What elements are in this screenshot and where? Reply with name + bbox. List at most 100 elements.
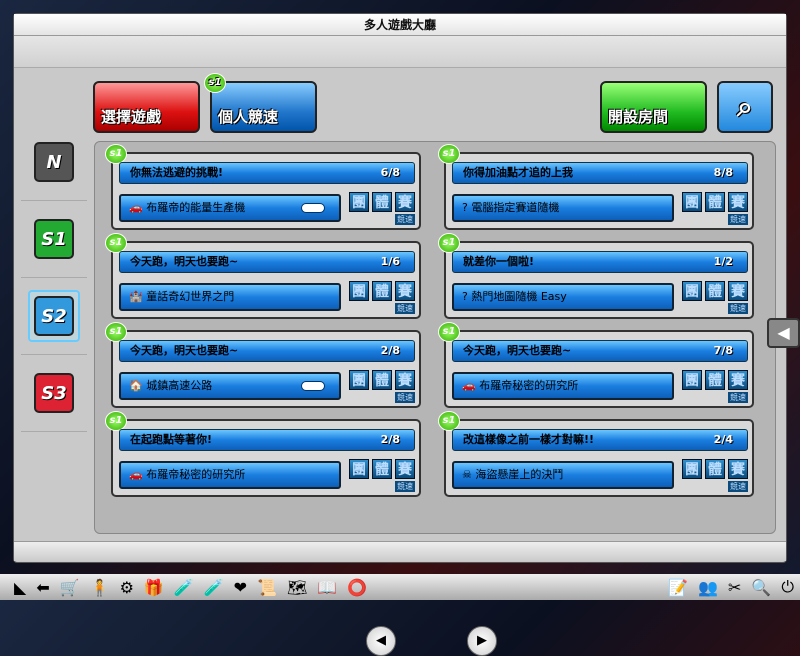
collapse-tab-button[interactable]: ◀ <box>767 318 800 348</box>
mode-char: 體 <box>705 370 725 390</box>
create-room-label: 開設房間 <box>608 108 669 126</box>
potion-blue-icon[interactable]: 🧪 <box>174 578 194 597</box>
room-map: 🏠 城鎮高速公路 <box>119 372 341 400</box>
channel-button[interactable]: N <box>34 142 74 182</box>
select-game-label: 選擇遊戲 <box>101 108 162 126</box>
friends-icon[interactable]: 👥 <box>698 578 718 597</box>
player-count: 2/8 <box>380 344 400 357</box>
scroll-icon[interactable]: 📜 <box>257 578 277 597</box>
character-icon[interactable]: 🧍 <box>90 578 110 597</box>
mode-char: 賽 <box>395 281 415 301</box>
room-card[interactable]: s1 你得加油點才追的上我 8/8 ? 電腦指定賽道隨機 團體賽 競速 <box>438 144 754 230</box>
mode-char: 體 <box>372 192 392 212</box>
player-count: 1/6 <box>380 255 400 268</box>
room-title: 你無法逃避的挑戰! 6/8 <box>119 162 415 184</box>
channel-frame: S1 <box>34 219 74 259</box>
prev-page-button[interactable]: ◀ <box>366 626 396 656</box>
map-icon: ? <box>462 201 468 214</box>
mode-char: 賽 <box>728 281 748 301</box>
s1-badge: s1 <box>438 411 460 431</box>
channel-button[interactable]: S3 <box>34 373 74 413</box>
heart-icon[interactable]: ❤ <box>234 578 247 597</box>
channel-frame: S3 <box>34 373 74 413</box>
team-mode-icon: 團體賽 <box>349 370 415 390</box>
back-icon[interactable]: ⬅ <box>36 578 49 597</box>
s1-badge: s1 <box>438 322 460 342</box>
speed-mode-label: 競速 <box>395 392 415 403</box>
item-icon[interactable]: 🎁 <box>144 578 164 597</box>
mode-char: 體 <box>372 370 392 390</box>
shop-cart-icon[interactable]: 🛒 <box>60 578 80 597</box>
map-icon: 🚗 <box>129 468 143 481</box>
map-name: 電腦指定賽道隨機 <box>471 201 560 214</box>
room-name: 你無法逃避的挑戰! <box>130 166 224 179</box>
gear-icon[interactable]: ⚙ <box>120 578 134 597</box>
notes-icon[interactable]: 📝 <box>668 578 688 597</box>
s1-badge: s1 <box>438 144 460 164</box>
player-count: 7/8 <box>713 344 733 357</box>
mode-char: 團 <box>682 459 702 479</box>
personal-race-button[interactable]: s1 個人競速 <box>204 73 317 133</box>
taskbar: ◣ ⬅ 🛒 🧍 ⚙ 🎁 🧪 🧪 ❤ 📜 🗺 📖 ⭕ 📝 👥 ✂ 🔍 ⏻ <box>0 574 800 600</box>
room-map: 🚗 布羅帝秘密的研究所 <box>452 372 674 400</box>
s1-badge: s1 <box>438 233 460 253</box>
player-count: 6/8 <box>380 166 400 179</box>
mode-char: 團 <box>349 281 369 301</box>
power-icon[interactable]: ⏻ <box>781 577 794 597</box>
room-name: 你得加油點才追的上我 <box>463 166 573 179</box>
room-name: 改這樣像之前一樣才對嘛!! <box>463 433 595 446</box>
map-icon[interactable]: 🗺 <box>287 578 307 597</box>
search-icon[interactable]: 🔍 <box>751 578 771 597</box>
channel-button[interactable]: S2 <box>34 296 74 336</box>
mode-char: 團 <box>682 370 702 390</box>
mode-char: 體 <box>705 192 725 212</box>
room-name: 今天跑，明天也要跑~ <box>130 255 239 268</box>
map-name: 城鎮高速公路 <box>146 379 213 392</box>
speed-mode-label: 競速 <box>728 481 748 492</box>
potion-yellow-icon[interactable]: 🧪 <box>204 578 224 597</box>
room-map: 🚗 布羅帝秘密的研究所 <box>119 461 341 489</box>
key-lock-icon <box>301 381 325 391</box>
speed-mode-label: 競速 <box>728 214 748 225</box>
map-icon: 🏰 <box>129 290 143 303</box>
mode-char: 體 <box>372 281 392 301</box>
mode-char: 體 <box>705 281 725 301</box>
channel-s2[interactable]: S2 <box>21 278 87 355</box>
mode-char: 團 <box>349 370 369 390</box>
room-card[interactable]: s1 就差你一個啦! 1/2 ? 熱門地圖隨機 Easy 團體賽 競速 <box>438 233 754 319</box>
channel-s3[interactable]: S3 <box>21 355 87 432</box>
room-card[interactable]: s1 你無法逃避的挑戰! 6/8 🚗 布羅帝的能量生產機 團體賽 競速 <box>105 144 421 230</box>
channel-s1[interactable]: S1 <box>21 201 87 278</box>
speed-mode-label: 競速 <box>395 303 415 314</box>
channel-sidebar: N S1 S2 S3 <box>21 124 87 432</box>
speed-mode-label: 競速 <box>395 214 415 225</box>
channel-button[interactable]: S1 <box>34 219 74 259</box>
room-card[interactable]: s1 在起跑點等著你! 2/8 🚗 布羅帝秘密的研究所 團體賽 競速 <box>105 411 421 497</box>
search-button[interactable]: ⌕ <box>717 81 773 133</box>
s1-badge: s1 <box>204 73 226 93</box>
room-card[interactable]: s1 今天跑，明天也要跑~ 7/8 🚗 布羅帝秘密的研究所 團體賽 競速 <box>438 322 754 408</box>
key-lock-icon <box>301 203 325 213</box>
room-name: 在起跑點等著你! <box>130 433 213 446</box>
room-card[interactable]: s1 今天跑，明天也要跑~ 2/8 🏠 城鎮高速公路 團體賽 競速 <box>105 322 421 408</box>
emblem-icon[interactable]: ⭕ <box>347 578 367 597</box>
room-card[interactable]: s1 今天跑，明天也要跑~ 1/6 🏰 童話奇幻世界之門 團體賽 競速 <box>105 233 421 319</box>
map-name: 布羅帝的能量生產機 <box>146 201 246 214</box>
tools-icon[interactable]: ✂ <box>728 578 741 597</box>
room-map: 🚗 布羅帝的能量生產機 <box>119 194 341 222</box>
room-name: 就差你一個啦! <box>463 255 535 268</box>
player-count: 2/4 <box>713 433 733 446</box>
player-count: 1/2 <box>713 255 733 268</box>
next-page-button[interactable]: ▶ <box>467 626 497 656</box>
team-mode-icon: 團體賽 <box>349 281 415 301</box>
room-card[interactable]: s1 改這樣像之前一樣才對嘛!! 2/4 ☠ 海盜懸崖上的決鬥 團體賽 競速 <box>438 411 754 497</box>
select-game-button[interactable]: 選擇遊戲 <box>93 81 200 133</box>
team-mode-icon: 團體賽 <box>349 192 415 212</box>
book-icon[interactable]: 📖 <box>317 578 337 597</box>
mode-char: 賽 <box>728 459 748 479</box>
channel-n[interactable]: N <box>21 124 87 201</box>
mode-char: 體 <box>372 459 392 479</box>
map-name: 童話奇幻世界之門 <box>146 290 235 303</box>
speed-mode-label: 競速 <box>728 392 748 403</box>
create-room-button[interactable]: 開設房間 <box>600 81 707 133</box>
